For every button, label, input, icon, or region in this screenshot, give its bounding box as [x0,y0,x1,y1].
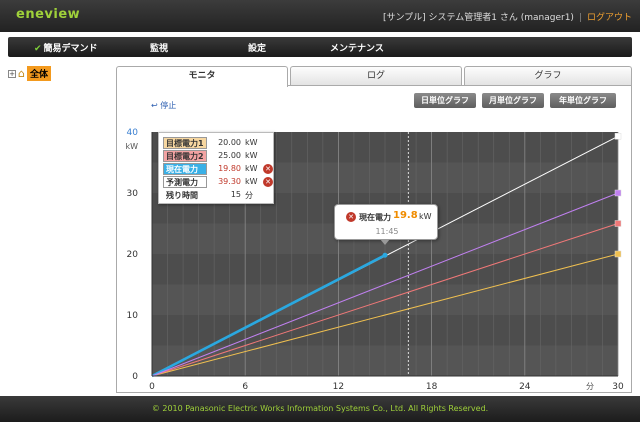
series-point-1 [614,220,622,227]
nav-settings[interactable]: 設定 [248,41,266,54]
tree-root-node[interactable]: 全体 [26,66,51,81]
stop-label: 停止 [160,101,177,110]
y-tick-label: 0 [132,372,138,382]
data-tooltip: ✕ 現在電力 19.8 kW 11:45 [334,204,438,240]
stop-icon: ↩ [151,101,158,110]
nav-label: 監視 [150,44,169,54]
legend-label: 残り時間 [163,189,207,201]
y-tick-label: 10 [127,311,139,321]
nav-label: メンテナンス [330,44,384,54]
legend-value: 25.00 [218,151,241,160]
legend-value: 19.80 [218,164,241,173]
legend-unit: kW [245,177,258,186]
tooltip-time: 11:45 [375,227,399,236]
nav-maintenance[interactable]: メンテナンス [330,41,384,54]
tooltip-unit: kW [419,212,432,221]
nav-simple-demand[interactable]: ✔ 簡易デマンド [34,41,98,54]
legend-value: 15 [230,190,241,199]
check-icon: ✔ [34,44,42,54]
tab-log[interactable]: ログ [290,66,462,86]
x-tick-label: 24 [519,382,531,390]
alert-icon: ✕ [263,164,273,174]
legend-label: 予測電力 [163,176,207,188]
home-icon: ⌂ [18,67,25,80]
footer: © 2010 Panasonic Electric Works Informat… [0,396,640,422]
yearly-graph-button[interactable]: 年単位グラフ [550,93,616,108]
legend-value: 20.00 [218,138,241,147]
user-area: [サンプル] システム管理者1 さん (manager1) | ログアウト [383,10,632,23]
tab-monitor[interactable]: モニタ [116,66,288,87]
user-info: [サンプル] システム管理者1 さん (manager1) [382,13,574,23]
y-tick-label: 40 [127,128,139,138]
x-unit-label: 分 [586,382,594,390]
tab-bar: モニタ ログ グラフ [116,66,632,87]
legend-label: 目標電力1 [163,137,207,149]
monthly-graph-button[interactable]: 月単位グラフ [482,93,544,108]
tree-view: + ⌂ 全体 [8,66,51,81]
alert-icon: ✕ [346,212,356,222]
x-tick-label: 6 [242,382,248,390]
legend-unit: kW [245,138,258,147]
nav-label: 簡易デマンド [43,44,98,54]
tooltip-value: 19.8 [393,210,418,221]
x-tick-label: 0 [149,382,155,390]
tooltip-label: 現在電力 [359,213,391,222]
stop-link[interactable]: ↩ 停止 [151,100,176,111]
app-logo: eneview [16,7,81,22]
tooltip-arrow [380,239,390,245]
y-unit-label: kW [125,142,138,151]
separator: | [578,13,582,23]
header-bar: eneview [サンプル] システム管理者1 さん (manager1) | ログ… [0,0,640,32]
y-tick-label: 20 [127,250,139,260]
tab-graph[interactable]: グラフ [464,66,632,86]
logout-link[interactable]: ログアウト [587,13,632,23]
x-tick-label: 30 [612,382,624,390]
daily-graph-button[interactable]: 日単位グラフ [414,93,476,108]
nav-monitor[interactable]: 監視 [150,41,168,54]
legend-box: 目標電力1 20.00 kW 目標電力2 25.00 kW 現在電力 19.80… [158,132,274,204]
tree-expand-toggle[interactable]: + [8,69,16,78]
series-point-3 [382,252,388,258]
legend-unit: kW [245,164,258,173]
series-point-0 [614,250,622,258]
series-point-2 [614,133,622,140]
main-nav: ✔ 簡易デマンド 監視 設定 メンテナンス [8,37,632,57]
legend-label: 現在電力 [163,163,207,175]
legend-unit: kW [245,151,258,160]
x-tick-label: 12 [333,382,344,390]
legend-unit: 分 [245,191,253,200]
y-tick-label: 30 [127,189,139,199]
nav-label: 設定 [248,44,267,54]
series-point-4 [614,189,622,197]
legend-label: 目標電力2 [163,150,207,162]
legend-value: 39.30 [218,177,241,186]
x-tick-label: 18 [426,382,438,390]
alert-icon: ✕ [263,177,273,187]
